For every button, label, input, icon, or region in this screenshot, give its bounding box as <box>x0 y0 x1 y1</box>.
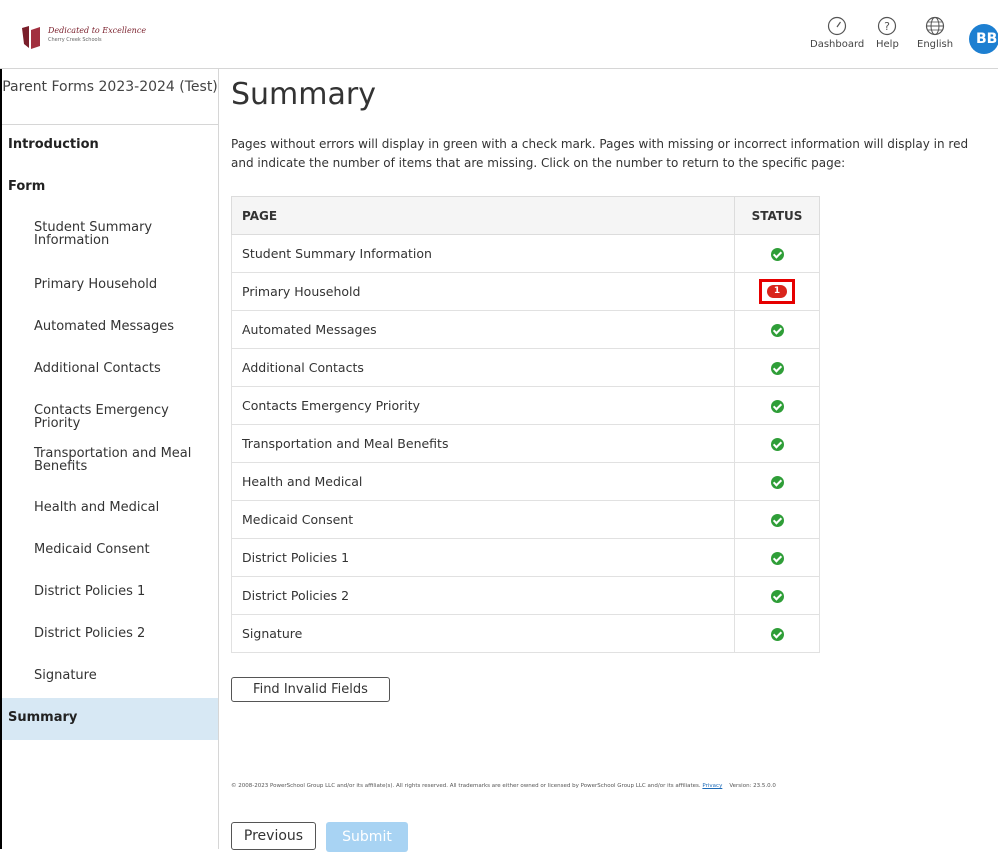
version-text: Version: 23.5.0.0 <box>729 783 776 789</box>
status-cell <box>734 386 820 425</box>
page-name: Automated Messages <box>231 310 735 349</box>
sidebar-item-additional-contacts[interactable]: Additional Contacts <box>34 362 214 375</box>
dashboard-icon <box>828 16 847 36</box>
help-link[interactable]: ? Help <box>876 16 899 50</box>
table-row: Primary Household 1 <box>231 272 820 311</box>
copyright-text: © 2008-2023 PowerSchool Group LLC and/or… <box>231 783 701 789</box>
sidebar-item-district-policies-1[interactable]: District Policies 1 <box>34 585 214 598</box>
instructions: Pages without errors will display in gre… <box>231 135 998 173</box>
sidebar-item-contacts-emergency[interactable]: Contacts Emergency Priority <box>34 404 214 430</box>
status-cell <box>734 576 820 615</box>
page-name: District Policies 1 <box>231 538 735 577</box>
page-name: District Policies 2 <box>231 576 735 615</box>
error-highlight: 1 <box>759 279 795 304</box>
status-cell <box>734 348 820 387</box>
table-row: District Policies 2 <box>231 576 820 615</box>
logo-mark-icon <box>22 26 40 49</box>
status-cell <box>734 234 820 273</box>
table-row: Additional Contacts <box>231 348 820 387</box>
check-icon <box>770 552 784 565</box>
logo-subtitle: Cherry Creek Schools <box>48 37 102 43</box>
sidebar-item-signature[interactable]: Signature <box>34 669 214 682</box>
error-count-badge[interactable]: 1 <box>767 285 787 298</box>
district-logo[interactable]: Dedicated to Excellence Cherry Creek Sch… <box>20 24 160 50</box>
top-bar: Dedicated to Excellence Cherry Creek Sch… <box>0 0 998 69</box>
check-icon <box>770 476 784 489</box>
column-header-status: STATUS <box>734 196 820 235</box>
sidebar: Parent Forms 2023-2024 (Test) Introducti… <box>2 69 219 849</box>
form-title: Parent Forms 2023-2024 (Test) <box>2 69 218 125</box>
status-cell <box>734 614 820 653</box>
check-icon <box>770 628 784 641</box>
user-avatar[interactable]: BB <box>969 24 998 54</box>
status-cell <box>734 462 820 501</box>
sidebar-item-introduction[interactable]: Introduction <box>8 137 224 152</box>
language-selector[interactable]: English <box>917 16 953 50</box>
status-cell <box>734 310 820 349</box>
check-icon <box>770 438 784 451</box>
globe-icon <box>925 16 945 36</box>
sidebar-item-health-medical[interactable]: Health and Medical <box>34 501 214 514</box>
table-row: Transportation and Meal Benefits <box>231 424 820 463</box>
footer: © 2008-2023 PowerSchool Group LLC and/or… <box>231 783 776 789</box>
check-icon <box>770 248 784 261</box>
page-name: Health and Medical <box>231 462 735 501</box>
page-name: Contacts Emergency Priority <box>231 386 735 425</box>
table-row: Signature <box>231 614 820 653</box>
sidebar-item-district-policies-2[interactable]: District Policies 2 <box>34 627 214 640</box>
page-name: Additional Contacts <box>231 348 735 387</box>
sidebar-item-transportation[interactable]: Transportation and Meal Benefits <box>34 447 214 473</box>
logo-title: Dedicated to Excellence <box>48 26 147 35</box>
table-row: Health and Medical <box>231 462 820 501</box>
status-cell <box>734 538 820 577</box>
help-icon: ? <box>878 16 897 36</box>
column-header-page: PAGE <box>231 196 735 235</box>
check-icon <box>770 362 784 375</box>
page-title: Summary <box>231 77 376 112</box>
svg-text:?: ? <box>884 20 890 33</box>
page-name: Primary Household <box>231 272 735 311</box>
submit-button[interactable]: Submit <box>326 822 408 852</box>
table-row: Medicaid Consent <box>231 500 820 539</box>
status-cell: 1 <box>734 272 820 311</box>
table-row: Automated Messages <box>231 310 820 349</box>
check-icon <box>770 514 784 527</box>
sidebar-item-summary[interactable]: Summary <box>2 698 218 740</box>
instructions-line-2: and indicate the number of items that ar… <box>231 156 846 170</box>
page-name: Medicaid Consent <box>231 500 735 539</box>
privacy-link[interactable]: Privacy <box>702 783 722 789</box>
page-name: Signature <box>231 614 735 653</box>
find-invalid-fields-button[interactable]: Find Invalid Fields <box>231 677 390 702</box>
table-row: Student Summary Information <box>231 234 820 273</box>
summary-table: PAGE STATUS Student Summary Information … <box>231 196 820 653</box>
dashboard-label: Dashboard <box>810 39 865 50</box>
check-icon <box>770 324 784 337</box>
sidebar-item-medicaid[interactable]: Medicaid Consent <box>34 543 214 556</box>
table-header-row: PAGE STATUS <box>231 196 820 235</box>
sidebar-item-student-summary[interactable]: Student Summary Information <box>34 221 214 247</box>
main-content: Summary Pages without errors will displa… <box>231 69 998 852</box>
previous-button[interactable]: Previous <box>231 822 316 850</box>
page-name: Transportation and Meal Benefits <box>231 424 735 463</box>
dashboard-link[interactable]: Dashboard <box>810 16 864 50</box>
language-label: English <box>917 39 954 50</box>
check-icon <box>770 400 784 413</box>
sidebar-item-label: Summary <box>8 710 78 725</box>
page-name: Student Summary Information <box>231 234 735 273</box>
instructions-line-1: Pages without errors will display in gre… <box>231 137 969 151</box>
table-row: District Policies 1 <box>231 538 820 577</box>
table-row: Contacts Emergency Priority <box>231 386 820 425</box>
sidebar-item-primary-household[interactable]: Primary Household <box>34 278 214 291</box>
status-cell <box>734 500 820 539</box>
help-label: Help <box>876 39 899 50</box>
sidebar-section-form[interactable]: Form <box>8 179 224 194</box>
check-icon <box>770 590 784 603</box>
status-cell <box>734 424 820 463</box>
sidebar-item-automated-messages[interactable]: Automated Messages <box>34 320 214 333</box>
